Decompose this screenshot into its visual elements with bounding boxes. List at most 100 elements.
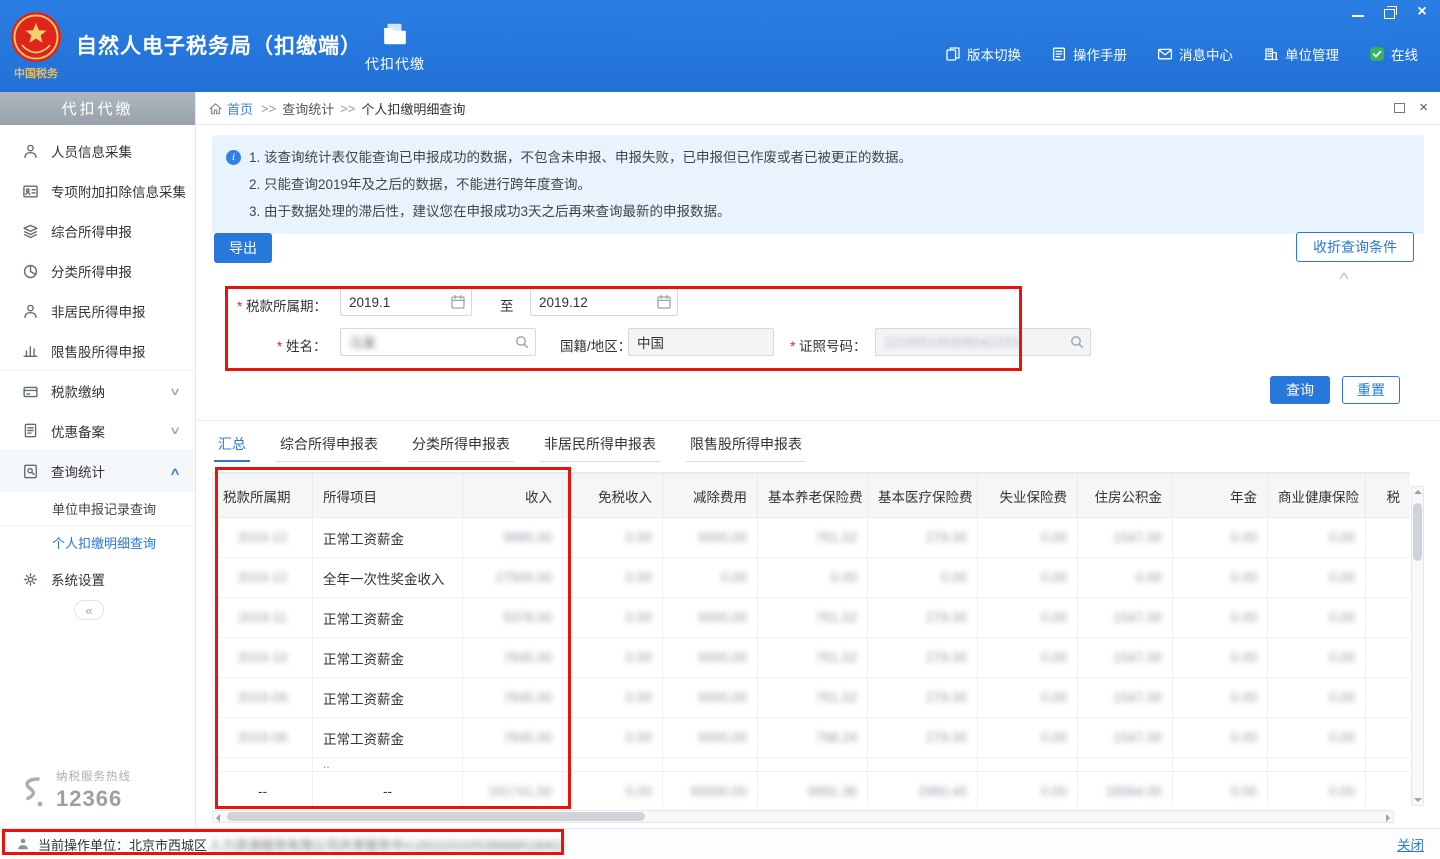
cell: 1547.00	[1078, 638, 1173, 678]
header-link-manual[interactable]: 操作手册	[1051, 44, 1127, 64]
header-links: 版本切换 操作手册 消息中心 单位管理 在线	[945, 44, 1418, 64]
header-link-version-switch[interactable]: 版本切换	[945, 44, 1021, 64]
breadcrumb-level1[interactable]: 查询统计	[282, 99, 334, 118]
sidebar-item-label: 优惠备案	[51, 421, 105, 441]
panel-close-icon[interactable]: ×	[1419, 102, 1428, 114]
close-link[interactable]: 关闭	[1397, 834, 1424, 854]
breadcrumb-home[interactable]: 首页	[227, 99, 253, 118]
period-from-input[interactable]: 2019.1	[340, 288, 472, 316]
sidebar-item-personnel-info-collect[interactable]: 人员信息采集	[0, 131, 195, 171]
tab-3[interactable]: 分类所得申报表	[408, 430, 514, 462]
column-header: 年金	[1173, 474, 1268, 518]
horizontal-scroll-thumb[interactable]	[227, 812, 645, 821]
header-link-label: 版本切换	[967, 44, 1021, 64]
header-link-message-center[interactable]: 消息中心	[1157, 44, 1233, 64]
message-center-icon	[1157, 46, 1173, 62]
tab-1[interactable]: 汇总	[214, 430, 250, 462]
window-controls: ×	[1350, 4, 1430, 20]
id-number-input[interactable]: 110355199306042233	[875, 328, 1091, 356]
search-icon[interactable]	[514, 334, 530, 350]
tab-2[interactable]: 综合所得申报表	[276, 430, 382, 462]
cell: 2019-10	[213, 638, 313, 678]
sidebar-item-classified-income-declare[interactable]: 分类所得申报	[0, 251, 195, 291]
cell	[978, 758, 1078, 772]
scroll-down-icon[interactable]	[1414, 798, 1422, 802]
cell: 279.00	[868, 718, 978, 758]
cell: 7645.00	[463, 678, 563, 718]
cell	[1366, 558, 1411, 598]
header-link-label: 单位管理	[1285, 44, 1339, 64]
tab-withholding[interactable]: 代扣代缴	[352, 22, 438, 74]
sidebar-item-system-settings[interactable]: 系统设置	[0, 559, 195, 599]
export-button[interactable]: 导出	[214, 233, 272, 263]
summary-table: 税款所属期所得项目收入免税收入减除费用基本养老保险费基本医疗保险费失业保险费住房…	[212, 473, 1410, 806]
cell: 0.00	[1268, 772, 1366, 807]
query-button[interactable]: 查询	[1270, 376, 1330, 404]
sidebar-item-restricted-stock-declare[interactable]: 限售股所得申报	[0, 331, 195, 371]
cell: 2019-09	[213, 678, 313, 718]
header-link-label: 消息中心	[1179, 44, 1233, 64]
horizontal-scrollbar[interactable]	[212, 810, 1394, 823]
tab-4[interactable]: 非居民所得申报表	[540, 430, 660, 462]
sidebar-subitem-personal-withholding-detail-query[interactable]: 个人扣缴明细查询	[0, 525, 195, 559]
vertical-scrollbar[interactable]	[1411, 486, 1424, 806]
name-input[interactable]: 马某	[340, 328, 536, 356]
sidebar-item-comprehensive-income-declare[interactable]: 综合所得申报	[0, 211, 195, 251]
chevron-up-icon[interactable]: ∧	[1337, 269, 1352, 282]
cell	[758, 758, 868, 772]
cell: 279.00	[868, 518, 978, 558]
query-icon	[22, 463, 39, 480]
header-link-org-manage[interactable]: 单位管理	[1263, 44, 1339, 64]
header-link-online-status[interactable]: 在线	[1369, 44, 1418, 64]
close-icon[interactable]: ×	[1414, 5, 1430, 19]
cell: 0.00	[663, 558, 758, 598]
cell: 2019-08	[213, 718, 313, 758]
panel-restore-icon[interactable]	[1394, 103, 1405, 113]
sidebar-item-special-deduction-collect[interactable]: 专项附加扣除信息采集	[0, 171, 195, 211]
scroll-left-icon[interactable]	[216, 814, 220, 822]
cell: 0.00	[1268, 518, 1366, 558]
table-total-row: ----161741.000.0060000.008991.362960.400…	[213, 772, 1411, 807]
pay-icon	[22, 383, 39, 400]
cell: 2960.40	[868, 772, 978, 807]
sidebar-item-nonresident-income-declare[interactable]: 非居民所得申报	[0, 291, 195, 331]
vertical-scroll-thumb[interactable]	[1413, 503, 1422, 561]
tab-withholding-label: 代扣代缴	[352, 54, 438, 74]
restore-icon[interactable]	[1382, 5, 1398, 19]
china-tax-emblem: 中国税务	[8, 10, 64, 80]
pie-icon	[22, 263, 39, 280]
nationality-input[interactable]: 中国	[628, 328, 774, 356]
calendar-icon[interactable]	[656, 294, 672, 310]
cell: 0.00	[563, 598, 663, 638]
main-content: 首页 >> 查询统计 >> 个人扣缴明细查询 × i1. 该查询统计表仅能查询已…	[196, 92, 1440, 828]
cell	[1366, 772, 1411, 807]
minimize-icon[interactable]	[1350, 5, 1366, 19]
sidebar-item-preferential-record[interactable]: 优惠备案 ∨	[0, 411, 195, 451]
chevron-down-icon: ∨	[169, 424, 181, 437]
sidebar-collapse-button[interactable]: «	[74, 600, 104, 620]
home-icon	[208, 101, 223, 116]
sidebar-item-query-statistics[interactable]: 查询统计∧	[0, 451, 195, 491]
cell: 2019-12	[213, 518, 313, 558]
cell: 60000.00	[663, 772, 758, 807]
cell: 8991.36	[758, 772, 868, 807]
period-to-input[interactable]: 2019.12	[530, 288, 678, 316]
cell: 761.52	[758, 638, 868, 678]
cell: 0.00	[978, 678, 1078, 718]
cell: 18564.00	[1078, 772, 1173, 807]
breadcrumb-separator: >>	[261, 101, 276, 116]
scroll-up-icon[interactable]	[1414, 490, 1422, 494]
reset-button[interactable]: 重置	[1342, 376, 1400, 404]
search-icon[interactable]	[1069, 334, 1085, 350]
sidebar-item-tax-payment[interactable]: 税款缴纳∨	[0, 371, 195, 411]
calendar-icon[interactable]	[450, 294, 466, 310]
scroll-right-icon[interactable]	[1386, 814, 1390, 822]
cell	[563, 758, 663, 772]
cell: 2019-12	[213, 558, 313, 598]
sidebar-subitem-unit-declare-record-query[interactable]: 单位申报记录查询	[0, 491, 195, 525]
collapse-query-button[interactable]: 收折查询条件	[1296, 232, 1414, 262]
cell: 5000.00	[663, 638, 758, 678]
tab-5[interactable]: 限售股所得申报表	[686, 430, 806, 462]
chevron-up-icon: ∧	[169, 465, 181, 478]
cell	[1366, 518, 1411, 558]
